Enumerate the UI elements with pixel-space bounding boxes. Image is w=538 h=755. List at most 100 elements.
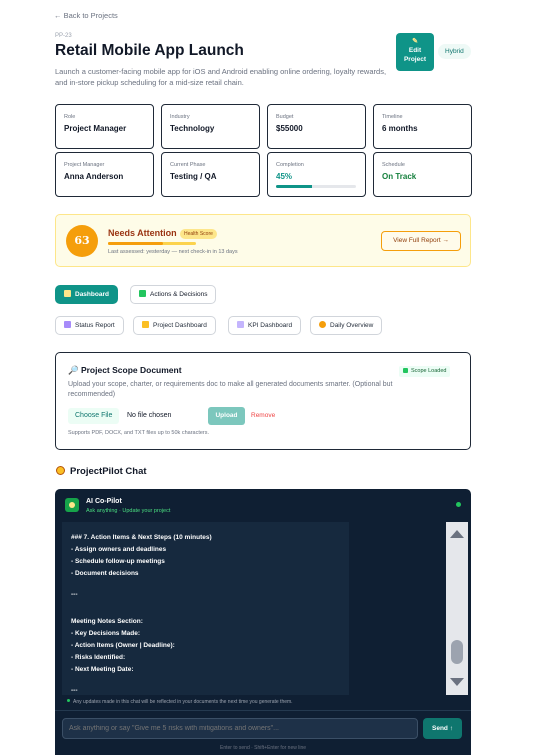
choose-file-button[interactable]: Choose File: [68, 408, 120, 424]
chat-input[interactable]: [62, 718, 418, 739]
health-status: Needs Attention: [108, 228, 177, 238]
health-score-badge: Health Score: [180, 229, 217, 239]
subtab-label: Status Report: [75, 322, 115, 329]
info-card-role: Role Project Manager: [55, 104, 154, 149]
scope-description: Upload your scope, charter, or requireme…: [68, 381, 393, 398]
scope-document-panel: 🔎 Project Scope Document Scope Loaded Up…: [55, 352, 471, 450]
info-card-budget: Budget $55000: [267, 104, 366, 149]
card-value: Testing / QA: [170, 172, 217, 181]
subtab-daily-overview[interactable]: Daily Overview: [310, 316, 383, 335]
card-label: Timeline: [382, 114, 403, 120]
divider: [55, 710, 471, 711]
card-label: Budget: [276, 114, 294, 120]
subtab-project-dashboard[interactable]: Project Dashboard: [133, 316, 216, 335]
folder-icon: [142, 321, 149, 328]
message-line: - Next Meeting Date:: [71, 666, 134, 673]
bar-chart-icon: [64, 321, 71, 328]
view-full-report-button[interactable]: View Full Report →: [381, 231, 461, 251]
project-description: Launch a customer-facing mobile app for …: [55, 67, 387, 87]
subtab-kpi-dashboard[interactable]: KPI Dashboard: [228, 316, 302, 335]
back-to-projects-link[interactable]: ← Back to Projects: [54, 11, 118, 20]
card-value: Project Manager: [64, 124, 127, 133]
pin-icon: [67, 699, 70, 702]
edit-project-button[interactable]: ✎ Edit Project: [396, 33, 434, 71]
card-label: Role: [64, 114, 76, 120]
card-value: Anna Anderson: [64, 172, 124, 181]
info-card-timeline: Timeline 6 months: [373, 104, 472, 149]
message-line: ---: [71, 591, 78, 598]
scope-loaded-label: Scope Loaded: [411, 368, 447, 374]
checklist-icon: [139, 290, 146, 297]
info-card-project-manager: Project Manager Anna Anderson: [55, 152, 154, 197]
bot-avatar-icon: [65, 498, 79, 512]
completion-progress-fill: [276, 185, 312, 188]
edit-label-line1: Edit: [408, 47, 422, 54]
bot-subtitle: Ask anything · Update your project: [86, 508, 171, 514]
supported-formats-text: Supports PDF, DOCX, and TXT files up to …: [68, 430, 210, 436]
message-line: - Schedule follow-up meetings: [71, 558, 165, 565]
subtab-label: Daily Overview: [330, 322, 374, 329]
card-label: Industry: [170, 114, 190, 120]
message-line: - Key Decisions Made:: [71, 630, 140, 637]
message-line: ### 7. Action Items & Next Steps (10 min…: [71, 534, 212, 541]
scroll-up-icon[interactable]: [450, 530, 464, 538]
checkbox-icon: [403, 368, 408, 373]
sun-icon: [319, 321, 326, 328]
scroll-down-icon[interactable]: [450, 678, 464, 686]
card-value: 45%: [276, 172, 293, 181]
message-line: ---: [71, 687, 78, 694]
message-line: - Document decisions: [71, 570, 139, 577]
info-card-industry: Industry Technology: [161, 104, 260, 149]
message-line: - Action Items (Owner | Deadline):: [71, 642, 175, 649]
chat-title-text: ProjectPilot Chat: [70, 466, 147, 477]
info-card-completion: Completion 45%: [267, 152, 366, 197]
chat-note: Any updates made in this chat will be re…: [67, 699, 293, 705]
message-line: Meeting Notes Section:: [71, 618, 143, 625]
subtab-status-report[interactable]: Status Report: [55, 316, 124, 335]
message-line: - Assign owners and deadlines: [71, 546, 167, 553]
card-value: $55000: [276, 124, 303, 133]
chat-note-text: Any updates made in this chat will be re…: [73, 699, 293, 705]
card-label: Current Phase: [170, 162, 206, 168]
subtab-label: Project Dashboard: [153, 322, 207, 329]
info-card-schedule: Schedule On Track: [373, 152, 472, 197]
chat-scrollbar[interactable]: [446, 522, 468, 695]
info-card-current-phase: Current Phase Testing / QA: [161, 152, 260, 197]
chat-panel: AI Co-Pilot Ask anything · Update your p…: [55, 489, 471, 755]
scrollbar-thumb[interactable]: [451, 640, 463, 664]
tab-label: Dashboard: [75, 291, 109, 298]
card-value: On Track: [382, 172, 417, 181]
send-button[interactable]: Send ↑: [423, 718, 462, 739]
upload-button[interactable]: Upload: [208, 407, 245, 425]
page-title: Retail Mobile App Launch: [55, 42, 244, 59]
file-status: No file chosen: [127, 412, 172, 419]
tab-actions-decisions[interactable]: Actions & Decisions: [130, 285, 217, 304]
pencil-icon: ✎: [412, 38, 418, 45]
tab-label: Actions & Decisions: [150, 291, 208, 298]
graph-icon: [237, 321, 244, 328]
tab-dashboard[interactable]: Dashboard: [55, 285, 118, 304]
message-line: - Risks Identified:: [71, 654, 126, 661]
card-label: Completion: [276, 162, 304, 168]
edit-label-line2: Project: [403, 56, 427, 63]
enter-hint: Enter to send · Shift+Enter for new line: [219, 745, 307, 751]
project-id: PP-23: [55, 33, 72, 39]
online-status-icon: [456, 502, 461, 507]
health-progress-fill: [108, 242, 164, 245]
card-label: Project Manager: [64, 162, 105, 168]
compass-icon: [56, 466, 65, 475]
chat-message-bubble: ### 7. Action Items & Next Steps (10 min…: [62, 522, 349, 695]
health-progress-bar: [108, 242, 196, 245]
completion-progress-bar: [276, 185, 356, 188]
health-panel: 63 Needs Attention Health Score Last ass…: [55, 214, 471, 267]
remove-link[interactable]: Remove: [251, 412, 275, 419]
chat-section-title: ProjectPilot Chat: [56, 466, 147, 477]
bot-name: AI Co-Pilot: [86, 498, 122, 505]
chart-icon: [64, 290, 71, 297]
health-score-circle: 63: [66, 225, 98, 257]
card-value: 6 months: [382, 124, 418, 133]
card-label: Schedule: [382, 162, 405, 168]
health-assessed-text: Last assessed: yesterday — next check-in…: [108, 249, 238, 255]
card-value: Technology: [170, 124, 215, 133]
scope-loaded-badge: Scope Loaded: [399, 366, 451, 377]
